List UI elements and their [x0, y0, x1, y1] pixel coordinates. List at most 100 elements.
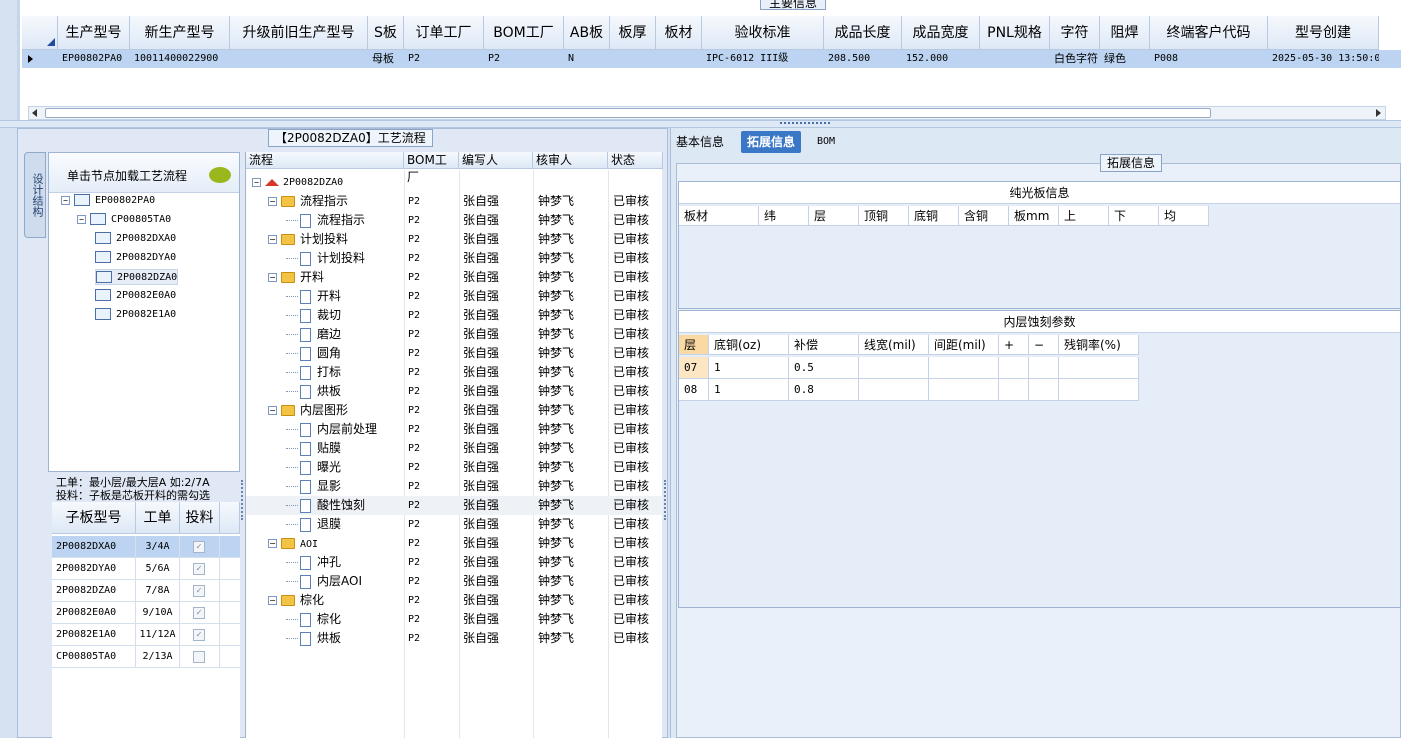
- table-row[interactable]: 酸性蚀刻 P2 张自强 钟梦飞 已审核: [246, 496, 663, 515]
- table-row[interactable]: 内层AOI P2 张自强 钟梦飞 已审核: [246, 572, 663, 591]
- table-cell[interactable]: [980, 50, 1050, 68]
- table-cell[interactable]: [1059, 379, 1139, 401]
- table-row[interactable]: 磨边 P2 张自强 钟梦飞 已审核: [246, 325, 663, 344]
- table-row[interactable]: 流程指示 P2 张自强 钟梦飞 已审核: [246, 211, 663, 230]
- flow-step[interactable]: 计划投料: [286, 249, 365, 268]
- order-layers[interactable]: 11/12A: [136, 624, 180, 646]
- tree-root[interactable]: − 2P0082DZA0: [246, 173, 663, 192]
- column-header[interactable]: 型号创建: [1268, 16, 1379, 50]
- column-header[interactable]: 板厚: [610, 16, 656, 50]
- table-row[interactable]: − AOI P2 张自强 钟梦飞 已审核: [246, 534, 663, 553]
- flow-step[interactable]: 冲孔: [286, 553, 341, 572]
- tree-expander[interactable]: −: [61, 195, 70, 205]
- table-cell[interactable]: 白色字符: [1050, 50, 1100, 68]
- tab-bom[interactable]: BOM: [811, 131, 841, 153]
- structure-tree[interactable]: 单击节点加载工艺流程 − EP00802PA0− CP00805TA0 2P0082D…: [48, 152, 240, 472]
- tree-node[interactable]: − CP00805TA0: [77, 212, 171, 228]
- column-header[interactable]: 上: [1059, 206, 1109, 226]
- feed-checkbox[interactable]: ✓: [193, 629, 205, 641]
- flow-step[interactable]: 显影: [286, 477, 341, 496]
- tree-node[interactable]: 2P0082E1A0: [95, 307, 176, 323]
- splitter-grip-icon[interactable]: [664, 480, 668, 520]
- flow-step[interactable]: 烘板: [286, 629, 341, 648]
- column-header[interactable]: 升级前旧生产型号: [230, 16, 368, 50]
- column-header[interactable]: 间距(mil): [929, 335, 999, 355]
- column-header[interactable]: 成品宽度: [902, 16, 980, 50]
- flow-step[interactable]: 磨边: [286, 325, 341, 344]
- table-cell[interactable]: EP00802PA0: [58, 50, 130, 68]
- table-cell[interactable]: P008: [1150, 50, 1268, 68]
- column-header[interactable]: −: [1029, 335, 1059, 355]
- table-cell[interactable]: 母板: [368, 50, 404, 68]
- column-header[interactable]: 顶铜: [859, 206, 909, 226]
- tree-node[interactable]: 2P0082DYA0: [95, 250, 176, 266]
- table-cell[interactable]: [999, 379, 1029, 401]
- column-header[interactable]: S板: [368, 16, 404, 50]
- flow-step[interactable]: 内层AOI: [286, 572, 362, 591]
- table-cell[interactable]: 152.000: [902, 50, 980, 68]
- scroll-thumb[interactable]: [45, 108, 1211, 118]
- column-header[interactable]: 补偿: [789, 335, 859, 355]
- feed-cell[interactable]: ✓: [180, 558, 220, 580]
- column-header[interactable]: 纬: [759, 206, 809, 226]
- table-cell[interactable]: [929, 357, 999, 379]
- table-cell[interactable]: 10011400022900: [130, 50, 230, 68]
- feed-cell[interactable]: [180, 646, 220, 668]
- table-row[interactable]: 开料 P2 张自强 钟梦飞 已审核: [246, 287, 663, 306]
- table-cell[interactable]: 绿色: [1100, 50, 1150, 68]
- column-header[interactable]: 板材: [656, 16, 702, 50]
- flow-step[interactable]: 酸性蚀刻: [286, 496, 365, 515]
- column-header[interactable]: 阻焊: [1100, 16, 1150, 50]
- column-header[interactable]: 编写人: [459, 152, 533, 169]
- order-layers[interactable]: 7/8A: [136, 580, 180, 602]
- table-row[interactable]: EP00802PA0 10011400022900 母板 P2 P2 N IPC-6012 …: [22, 50, 1401, 68]
- flow-step[interactable]: − 开料: [268, 268, 324, 287]
- feed-cell[interactable]: ✓: [180, 602, 220, 624]
- table-row[interactable]: 2P0082E1A0 11/12A ✓: [52, 624, 240, 646]
- splitter-grip-icon[interactable]: [241, 480, 245, 520]
- tree-expander[interactable]: −: [268, 273, 277, 282]
- column-header[interactable]: 层: [679, 335, 709, 355]
- flow-step[interactable]: 棕化: [286, 610, 341, 629]
- tree-expander[interactable]: −: [268, 235, 277, 244]
- table-cell[interactable]: [656, 50, 702, 68]
- order-layers[interactable]: 2/13A: [136, 646, 180, 668]
- table-row[interactable]: 退膜 P2 张自强 钟梦飞 已审核: [246, 515, 663, 534]
- table-row[interactable]: 棕化 P2 张自强 钟梦飞 已审核: [246, 610, 663, 629]
- table-cell[interactable]: 0.8: [789, 379, 859, 401]
- table-cell[interactable]: [1029, 379, 1059, 401]
- subboard-model[interactable]: 2P0082E0A0: [52, 602, 136, 624]
- flow-step[interactable]: 曝光: [286, 458, 341, 477]
- tab-design-structure[interactable]: 设计结构: [24, 152, 46, 238]
- column-header[interactable]: 生产型号: [58, 16, 130, 50]
- flow-step[interactable]: 打标: [286, 363, 341, 382]
- order-layers[interactable]: 3/4A: [136, 536, 180, 558]
- flow-step[interactable]: − AOI: [268, 534, 318, 553]
- table-cell[interactable]: 208.500: [824, 50, 902, 68]
- table-cell[interactable]: [610, 50, 656, 68]
- scroll-right-arrow[interactable]: [1376, 109, 1381, 117]
- flow-root[interactable]: − 2P0082DZA0: [252, 173, 343, 192]
- flow-step[interactable]: − 流程指示: [268, 192, 348, 211]
- table-cell[interactable]: P2: [404, 50, 484, 68]
- flow-step[interactable]: 贴膜: [286, 439, 341, 458]
- flow-step[interactable]: 烘板: [286, 382, 341, 401]
- table-cell[interactable]: IPC-6012 III级: [702, 50, 824, 68]
- table-cell[interactable]: 0.5: [789, 357, 859, 379]
- table-cell[interactable]: 1: [709, 379, 789, 401]
- table-cell[interactable]: N: [564, 50, 610, 68]
- column-header[interactable]: 板mm: [1009, 206, 1059, 226]
- column-header[interactable]: 订单工厂: [404, 16, 484, 50]
- column-header[interactable]: 子板型号: [52, 502, 136, 534]
- subboard-grid[interactable]: 子板型号 工单 投料 2P0082DXA0 3/4A ✓ 2P0082DYA0 5/6A ✓ 2P…: [52, 502, 240, 738]
- feed-checkbox[interactable]: ✓: [193, 541, 205, 553]
- table-row[interactable]: 圆角 P2 张自强 钟梦飞 已审核: [246, 344, 663, 363]
- order-layers[interactable]: 5/6A: [136, 558, 180, 580]
- table-row[interactable]: 贴膜 P2 张自强 钟梦飞 已审核: [246, 439, 663, 458]
- table-row[interactable]: 内层前处理 P2 张自强 钟梦飞 已审核: [246, 420, 663, 439]
- table-row[interactable]: 2P0082DZA0 7/8A ✓: [52, 580, 240, 602]
- feed-checkbox[interactable]: ✓: [193, 585, 205, 597]
- flow-step[interactable]: 开料: [286, 287, 341, 306]
- flow-step[interactable]: 裁切: [286, 306, 341, 325]
- table-row[interactable]: 2P0082DYA0 5/6A ✓: [52, 558, 240, 580]
